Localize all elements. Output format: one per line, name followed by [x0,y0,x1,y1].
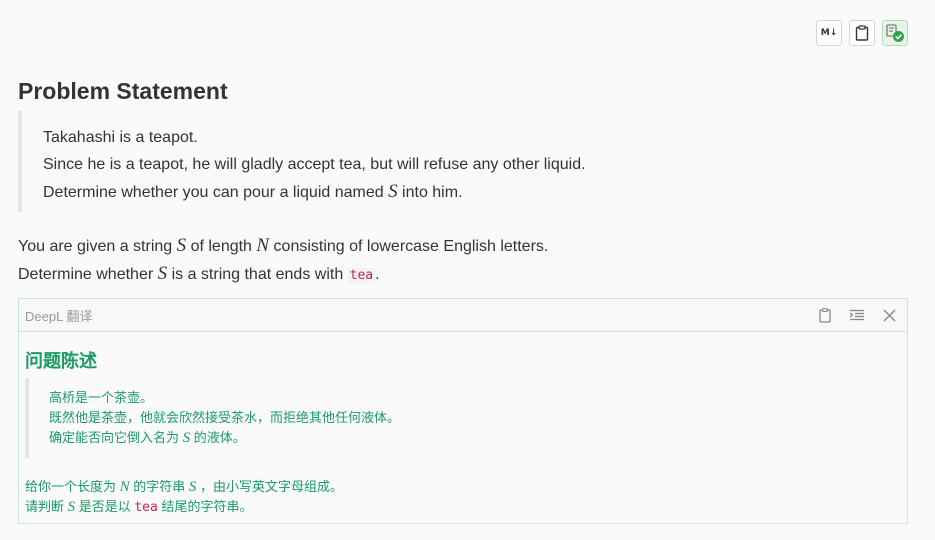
deepl-header-title: DeepL 翻译 [25,308,93,324]
problem-paragraph: You are given a string S of length N con… [18,232,548,289]
close-icon [883,309,895,321]
clipboard-icon [819,307,831,323]
math-variable: S [176,235,187,256]
problem-title: Problem Statement [18,78,228,104]
quote-line: 高桥是一个茶壶。 [49,390,154,405]
deepl-actions [815,305,899,325]
inline-code: tea [347,268,376,283]
deepl-format-button[interactable] [847,305,867,325]
quote-line: 确定能否向它倒入名为 S 的液体。 [49,430,246,446]
paragraph-line: 请判断 S 是否是以 tea 结尾的字符串。 [25,499,253,515]
deepl-copy-button[interactable] [815,305,835,325]
translated-paragraph: 给你一个长度为 N 的字符串 S ，由小写英文字母组成。 请判断 S 是否是以 … [25,477,343,518]
quote-line: Takahashi is a teapot. [43,129,198,146]
quote-line: 既然他是茶壶，他就会欣然接受茶水，而拒绝其他任何液体。 [49,410,401,425]
translate-toggle-button[interactable] [882,20,908,46]
paragraph-line: You are given a string S of length N con… [18,235,549,256]
math-variable: N [256,235,270,256]
markdown-icon: M↓ [820,28,838,38]
translated-title: 问题陈述 [25,351,97,372]
translated-check-icon [886,24,904,42]
math-variable: N [119,479,130,495]
copy-button[interactable] [849,20,875,46]
math-variable: S [157,263,168,284]
paragraph-line: Determine whether S is a string that end… [18,263,380,284]
problem-quote: Takahashi is a teapot. Since he is a tea… [18,111,638,212]
quote-line: Since he is a teapot, he will gladly acc… [43,156,586,173]
inline-code: tea [134,500,158,515]
math-variable: S [182,430,191,446]
math-variable: S [67,499,76,515]
translated-quote: 高桥是一个茶壶。 既然他是茶壶，他就会欣然接受茶水，而拒绝其他任何液体。 确定能… [25,378,445,458]
markdown-copy-button[interactable]: M↓ [816,20,842,46]
toolbar: M↓ [816,20,908,46]
indent-lines-icon [849,309,864,321]
clipboard-icon [855,25,869,41]
paragraph-line: 给你一个长度为 N 的字符串 S ，由小写英文字母组成。 [25,479,343,495]
deepl-translation-panel: DeepL 翻译 问题陈述 高桥是一个茶壶。 既然他是茶壶，他就会欣然接受茶水，… [18,298,908,524]
deepl-close-button[interactable] [879,305,899,325]
math-variable: S [388,181,398,202]
deepl-header: DeepL 翻译 [19,299,907,332]
quote-line: Determine whether you can pour a liquid … [43,181,463,202]
